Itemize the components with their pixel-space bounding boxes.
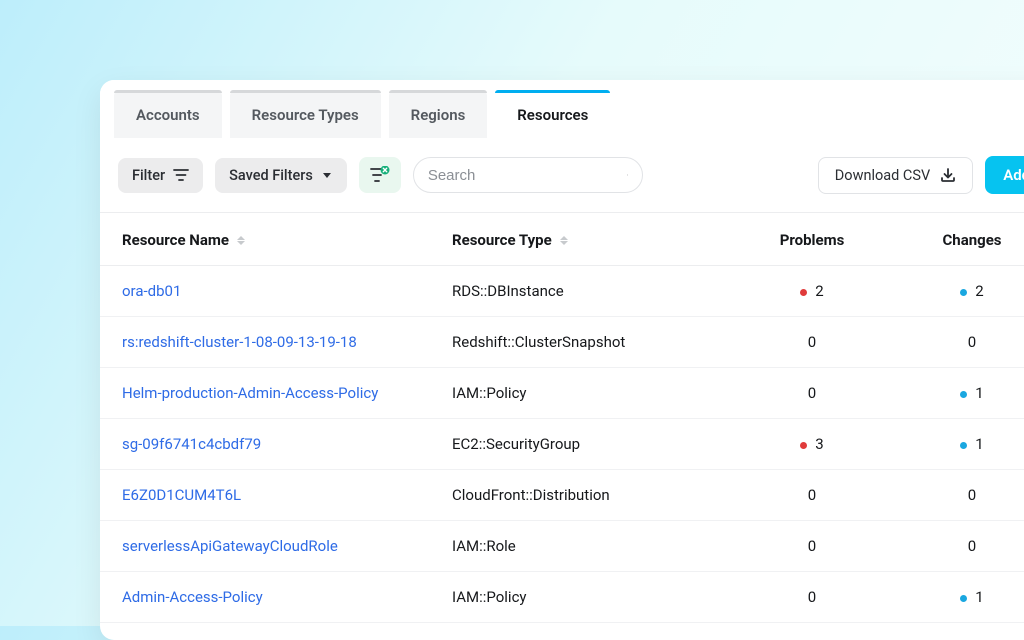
problems-value: 3 — [815, 435, 823, 453]
tab-resources[interactable]: Resources — [495, 90, 610, 138]
problems-value: 0 — [808, 588, 816, 606]
col-resource-type[interactable]: Resource Type — [452, 231, 732, 249]
col-problems-label: Problems — [780, 231, 845, 249]
resource-name-link[interactable]: serverlessApiGatewayCloudRole — [122, 537, 452, 555]
col-resource-name[interactable]: Resource Name — [122, 231, 452, 249]
col-problems[interactable]: Problems — [732, 231, 892, 249]
changes-cell: 0 — [892, 333, 1024, 351]
table-header: Resource Name Resource Type Problems Cha… — [100, 213, 1024, 266]
col-resource-type-label: Resource Type — [452, 231, 552, 249]
tab-resource-types[interactable]: Resource Types — [230, 90, 381, 138]
changes-value: 2 — [975, 282, 983, 300]
resource-type-cell: Redshift::ClusterSnapshot — [452, 333, 732, 351]
resource-name-link[interactable]: E6Z0D1CUM4T6L — [122, 486, 452, 504]
table-row: E6Z0D1CUM4T6LCloudFront::Distribution 0 0 — [100, 470, 1024, 521]
col-resource-name-label: Resource Name — [122, 231, 229, 249]
problems-value: 0 — [808, 486, 816, 504]
sort-icon — [560, 236, 568, 245]
problems-value: 2 — [815, 282, 823, 300]
changes-value: 0 — [968, 486, 976, 504]
changes-value: 1 — [975, 384, 983, 402]
resource-type-cell: CloudFront::Distribution — [452, 486, 732, 504]
changes-value: 1 — [975, 435, 983, 453]
problems-value: 0 — [808, 333, 816, 351]
resource-name-link[interactable]: Helm-production-Admin-Access-Policy — [122, 384, 452, 402]
problems-cell: 2 — [732, 282, 892, 300]
search-icon — [627, 166, 628, 184]
resource-type-cell: RDS::DBInstance — [452, 282, 732, 300]
table-row: rs:redshift-cluster-1-08-09-13-19-18Reds… — [100, 317, 1024, 368]
problems-cell: 0 — [732, 537, 892, 555]
download-icon — [940, 167, 956, 183]
changes-cell: 2 — [892, 282, 1024, 300]
problems-cell: 0 — [732, 384, 892, 402]
search-box[interactable] — [413, 157, 643, 193]
search-input[interactable] — [428, 167, 627, 184]
resource-name-link[interactable]: ora-db01 — [122, 282, 452, 300]
table-row: Admin-Access-PolicyIAM::Policy 0 1 — [100, 572, 1024, 623]
problem-dot-icon — [800, 289, 807, 296]
main-panel: Accounts Resource Types Regions Resource… — [100, 80, 1024, 640]
resource-type-cell: IAM::Role — [452, 537, 732, 555]
saved-filters-label: Saved Filters — [229, 167, 313, 184]
problems-cell: 0 — [732, 486, 892, 504]
changes-value: 0 — [968, 537, 976, 555]
toolbar: Filter Saved Filters Download CSV Add Ac… — [100, 138, 1024, 213]
resource-type-cell: EC2::SecurityGroup — [452, 435, 732, 453]
resource-type-cell: IAM::Policy — [452, 384, 732, 402]
change-dot-icon — [960, 391, 967, 398]
problems-value: 0 — [808, 537, 816, 555]
resource-type-cell: IAM::Policy — [452, 588, 732, 606]
tab-accounts[interactable]: Accounts — [114, 90, 222, 138]
table-row: ora-db01RDS::DBInstance 2 2 — [100, 266, 1024, 317]
change-dot-icon — [960, 442, 967, 449]
tab-bar: Accounts Resource Types Regions Resource… — [100, 80, 1024, 138]
download-csv-button[interactable]: Download CSV — [818, 157, 973, 194]
resource-name-link[interactable]: Admin-Access-Policy — [122, 588, 452, 606]
changes-cell: 1 — [892, 588, 1024, 606]
table-row: Helm-production-Admin-Access-PolicyIAM::… — [100, 368, 1024, 419]
table-row: sg-09f6741c4cbdf79EC2::SecurityGroup 3 1 — [100, 419, 1024, 470]
filter-label: Filter — [132, 167, 165, 184]
chevron-down-icon — [321, 169, 333, 181]
changes-value: 0 — [968, 333, 976, 351]
table-body: ora-db01RDS::DBInstance 2 2rs:redshift-clu… — [100, 266, 1024, 623]
add-account-label: Add Acco — [1003, 166, 1024, 184]
change-dot-icon — [960, 289, 967, 296]
filter-badge-icon — [369, 166, 391, 184]
col-changes-label: Changes — [942, 231, 1001, 249]
add-account-button[interactable]: Add Acco — [985, 156, 1024, 194]
problems-cell: 0 — [732, 333, 892, 351]
problem-dot-icon — [800, 442, 807, 449]
resource-name-link[interactable]: sg-09f6741c4cbdf79 — [122, 435, 452, 453]
changes-cell: 1 — [892, 384, 1024, 402]
changes-cell: 0 — [892, 486, 1024, 504]
download-csv-label: Download CSV — [835, 167, 930, 184]
changes-cell: 1 — [892, 435, 1024, 453]
filter-icon — [173, 168, 189, 182]
sort-icon — [237, 236, 245, 245]
saved-filters-button[interactable]: Saved Filters — [215, 158, 347, 193]
changes-value: 1 — [975, 588, 983, 606]
problems-cell: 3 — [732, 435, 892, 453]
resource-name-link[interactable]: rs:redshift-cluster-1-08-09-13-19-18 — [122, 333, 452, 351]
table-row: serverlessApiGatewayCloudRoleIAM::Role 0 0 — [100, 521, 1024, 572]
tab-regions[interactable]: Regions — [389, 90, 488, 138]
change-dot-icon — [960, 595, 967, 602]
changes-cell: 0 — [892, 537, 1024, 555]
problems-cell: 0 — [732, 588, 892, 606]
quick-filter-button[interactable] — [359, 157, 401, 193]
filter-button[interactable]: Filter — [118, 158, 203, 193]
col-changes[interactable]: Changes — [892, 231, 1024, 249]
problems-value: 0 — [808, 384, 816, 402]
